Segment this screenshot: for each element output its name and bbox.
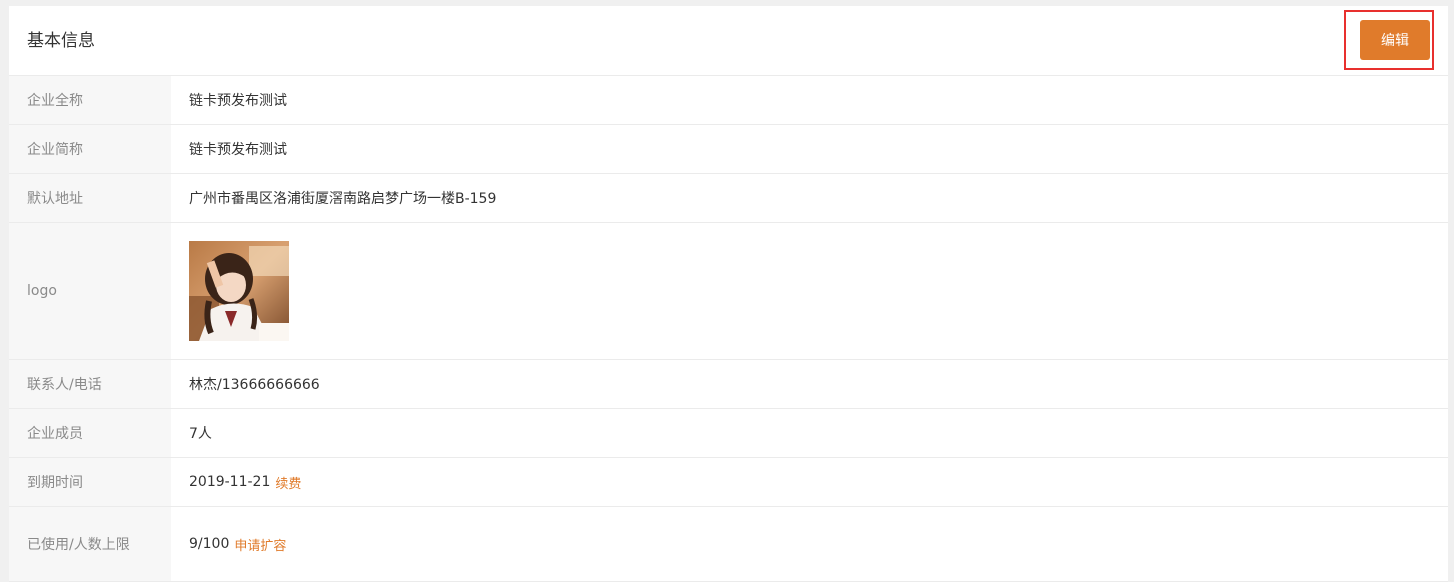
row-label: 到期时间 <box>9 458 171 506</box>
row-value: 林杰/13666666666 <box>189 377 320 393</box>
row-label: logo <box>9 223 171 359</box>
row-contact: 联系人/电话 林杰/13666666666 <box>9 360 1448 409</box>
panel-header: 基本信息 编辑 <box>9 6 1448 76</box>
row-expiry: 到期时间 2019-11-21 续费 <box>9 458 1448 507</box>
row-label: 企业简称 <box>9 125 171 173</box>
expiry-date: 2019-11-21 <box>189 474 271 490</box>
row-label: 企业成员 <box>9 409 171 457</box>
info-table: 企业全称 链卡预发布测试 企业简称 链卡预发布测试 默认地址 广州市番禺区洛浦街… <box>9 76 1448 582</box>
edit-button[interactable]: 编辑 <box>1360 20 1430 60</box>
row-address: 默认地址 广州市番禺区洛浦街厦滘南路启梦广场一楼B-159 <box>9 174 1448 223</box>
renew-link[interactable]: 续费 <box>275 473 301 492</box>
row-label: 已使用/人数上限 <box>9 507 171 581</box>
row-value <box>171 223 1448 359</box>
page-title: 基本信息 <box>27 31 95 51</box>
row-value: 链卡预发布测试 <box>189 142 287 158</box>
row-value: 链卡预发布测试 <box>189 93 287 109</box>
logo-image <box>189 241 289 341</box>
row-value: 2019-11-21 续费 <box>171 458 1448 506</box>
row-label: 联系人/电话 <box>9 360 171 408</box>
row-label: 企业全称 <box>9 76 171 124</box>
row-usage: 已使用/人数上限 9/100 申请扩容 <box>9 507 1448 582</box>
apply-expand-link[interactable]: 申请扩容 <box>234 535 286 554</box>
row-short-name: 企业简称 链卡预发布测试 <box>9 125 1448 174</box>
row-full-name: 企业全称 链卡预发布测试 <box>9 76 1448 125</box>
row-value: 广州市番禺区洛浦街厦滘南路启梦广场一楼B-159 <box>189 191 497 207</box>
usage-count: 9/100 <box>189 536 230 552</box>
row-logo: logo <box>9 223 1448 360</box>
row-value: 7人 <box>189 426 212 442</box>
row-members: 企业成员 7人 <box>9 409 1448 458</box>
basic-info-panel: 基本信息 编辑 企业全称 链卡预发布测试 企业简称 链卡预发布测试 默认地址 广… <box>9 6 1448 582</box>
row-label: 默认地址 <box>9 174 171 222</box>
row-value: 9/100 申请扩容 <box>171 507 1448 581</box>
